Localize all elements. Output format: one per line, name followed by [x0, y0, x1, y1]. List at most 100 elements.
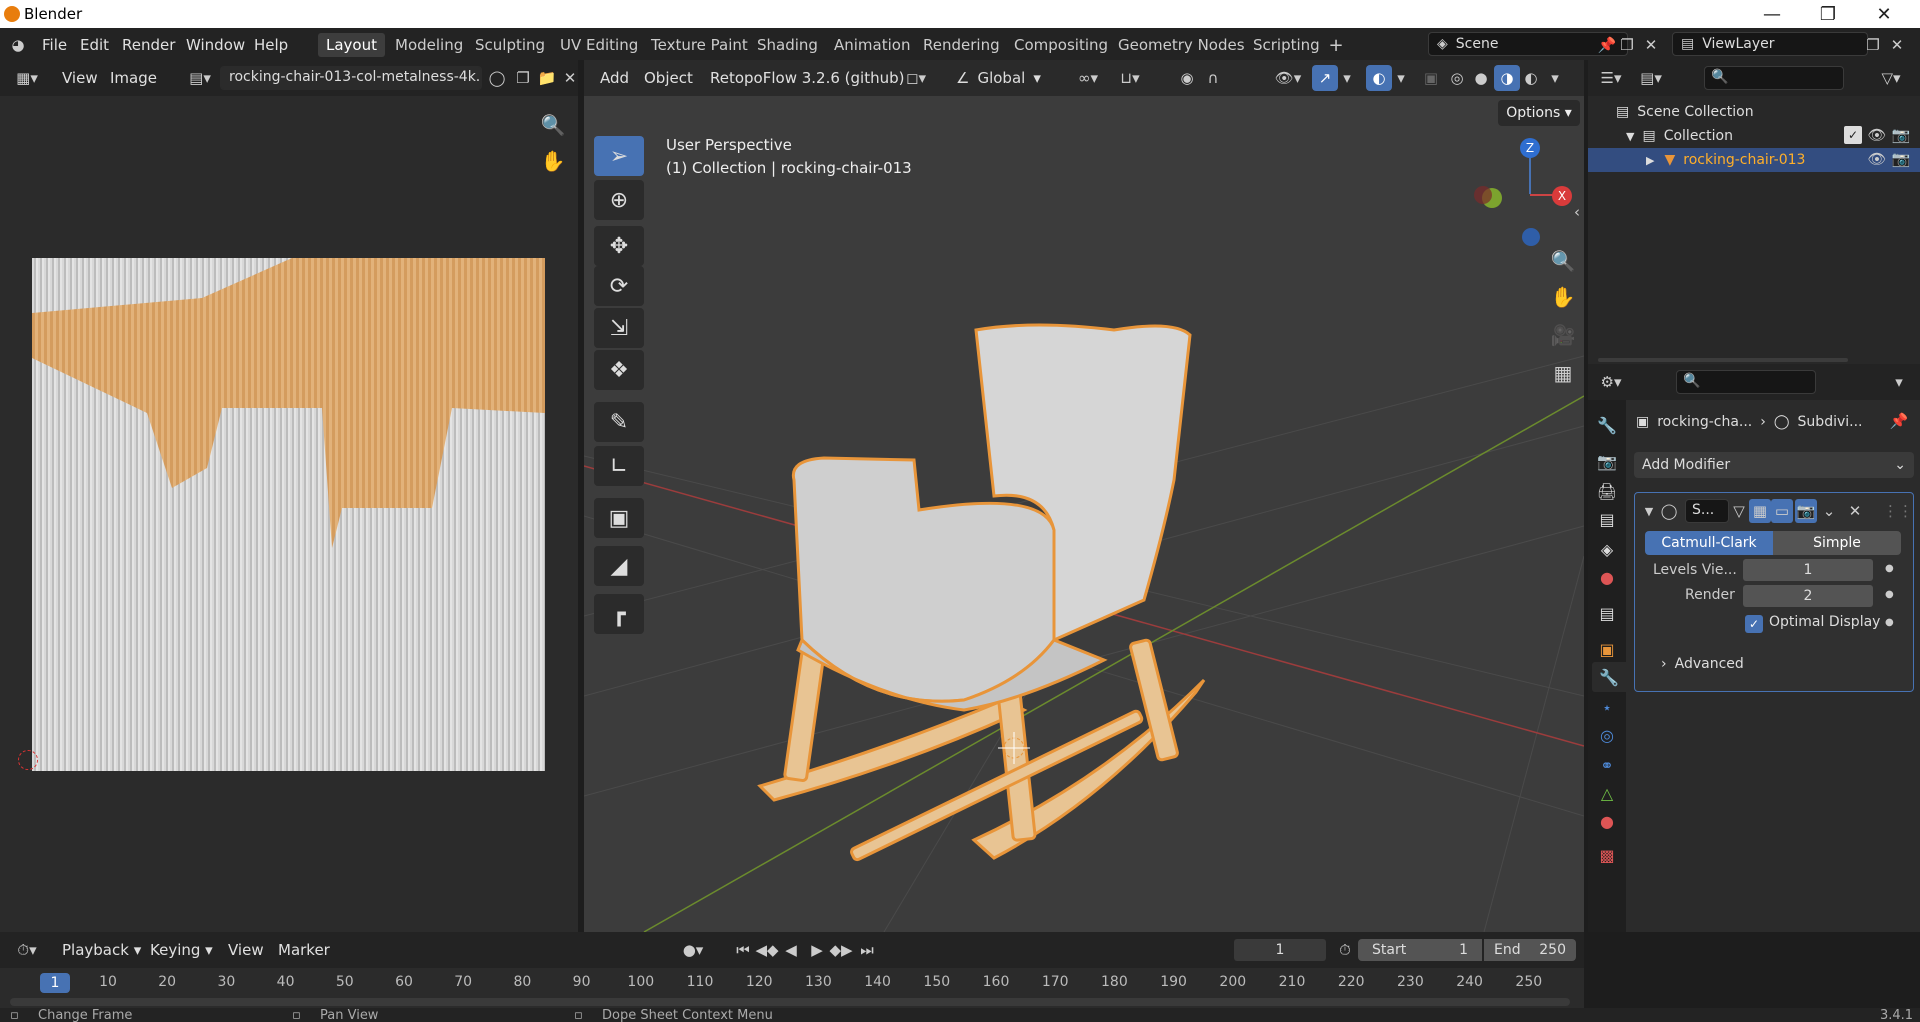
new-view-layer-icon[interactable]: ❐ — [1862, 34, 1884, 56]
next-keyframe-icon[interactable]: ◆▶ — [829, 939, 852, 961]
play-reverse-icon[interactable]: ◀ — [780, 939, 802, 961]
edit-mode-icon[interactable]: ▦ — [1749, 499, 1771, 523]
properties-editor[interactable]: ⚙▾ 🔍 ▾ 🔧 📷 🖨 ▤ ◈ ● ▤ ▣ 🔧 ⋆ ◎ ⚭ △ ● ▩ ▣ r… — [1588, 364, 1920, 932]
add-modifier-button[interactable]: Add Modifier ⌄ — [1634, 452, 1914, 478]
tab-animation[interactable]: Animation — [826, 33, 918, 57]
editor-type-icon[interactable]: ▦▾ — [10, 67, 44, 89]
jump-start-icon[interactable]: ⏮ — [732, 939, 754, 961]
gizmo-neg-z-icon[interactable] — [1522, 228, 1540, 246]
pan-hand-icon[interactable]: ✋ — [540, 148, 566, 174]
output-tab-icon[interactable]: 🖨 — [1592, 476, 1622, 506]
open-image-icon[interactable]: 📁 — [536, 67, 558, 89]
outliner-search-input[interactable]: 🔍 — [1704, 66, 1844, 90]
tab-geometry-nodes[interactable]: Geometry Nodes — [1110, 33, 1253, 57]
start-frame-field[interactable]: Start 1 — [1358, 939, 1482, 961]
catmull-clark-button[interactable]: Catmull-Clark — [1645, 531, 1773, 555]
outliner-collection[interactable]: ▼ ▤ Collection — [1626, 124, 1733, 148]
modifier-name-input[interactable]: S... — [1685, 499, 1729, 523]
auto-keying-icon[interactable]: ●▾ — [676, 939, 710, 961]
new-scene-icon[interactable]: ❐ — [1616, 34, 1638, 56]
tab-texture-paint[interactable]: Texture Paint — [643, 33, 756, 57]
cursor-tool-icon[interactable]: ⊕ — [594, 180, 644, 220]
tab-shading[interactable]: Shading — [749, 33, 826, 57]
rocking-chair-model[interactable] — [584, 60, 1584, 932]
tab-scripting[interactable]: Scripting — [1245, 33, 1328, 57]
remove-modifier-icon[interactable]: ✕ — [1845, 501, 1865, 521]
annotate-tool-icon[interactable]: ✎ — [594, 402, 644, 442]
rotate-tool-icon[interactable]: ⟳ — [594, 266, 644, 306]
object-tab-icon[interactable]: ▣ — [1592, 634, 1622, 664]
scale-tool-icon[interactable]: ⇲ — [594, 308, 644, 348]
outliner-scene-collection[interactable]: ▤ Scene Collection — [1616, 100, 1754, 124]
pin-icon[interactable]: 📌 — [1888, 410, 1910, 432]
viewport-pan-icon[interactable]: ✋ — [1548, 282, 1578, 312]
zoom-icon[interactable]: 🔍 — [540, 112, 566, 138]
minimize-icon[interactable]: — — [1744, 0, 1800, 28]
ortho-toggle-icon[interactable]: ▦ — [1548, 358, 1578, 388]
prev-keyframe-icon[interactable]: ◀◆ — [755, 939, 778, 961]
camera-view-icon[interactable]: 🎥 — [1548, 320, 1578, 350]
material-tab-icon[interactable]: ● — [1592, 806, 1622, 836]
keyframe-dot-icon[interactable]: ● — [1885, 617, 1894, 628]
view-layer-selector[interactable]: ▤ ViewLayer — [1672, 32, 1868, 56]
view-layer-tab-icon[interactable]: ▤ — [1592, 504, 1622, 534]
render-tab-icon[interactable]: 📷 — [1592, 446, 1622, 476]
render-levels-field[interactable]: 2 — [1743, 585, 1873, 607]
gizmo-x-icon[interactable]: X — [1552, 186, 1572, 206]
image-browse-icon[interactable]: ▤▾ — [182, 67, 218, 89]
menu-help[interactable]: Help — [248, 34, 294, 56]
3d-viewport[interactable]: Add Object RetopoFlow 3.2.6 (github) ◻▾ … — [584, 60, 1584, 932]
add-cube-tool-icon[interactable]: ▣ — [594, 498, 644, 538]
menu-edit[interactable]: Edit — [74, 34, 115, 56]
object-render-icon[interactable]: 📷 — [1890, 148, 1912, 170]
outliner-scrollbar[interactable] — [1598, 358, 1848, 362]
menu-file[interactable]: File — [36, 34, 73, 56]
delete-view-layer-icon[interactable]: ✕ — [1886, 34, 1908, 56]
timeline-scrollbar[interactable] — [10, 998, 1570, 1006]
timeline-editor-type-icon[interactable]: ⏱▾ — [10, 939, 44, 961]
simple-button[interactable]: Simple — [1773, 531, 1901, 555]
collection-tab-icon[interactable]: ▤ — [1592, 598, 1622, 628]
outliner-editor-type-icon[interactable]: ☰▾ — [1594, 67, 1628, 89]
tab-layout[interactable]: Layout — [318, 33, 385, 57]
fake-user-icon[interactable]: ◯ — [486, 67, 508, 89]
new-image-icon[interactable]: ❐ — [512, 67, 534, 89]
viewport-zoom-icon[interactable]: 🔍 — [1548, 246, 1578, 276]
collection-eye-icon[interactable]: 👁 — [1866, 124, 1888, 146]
world-tab-icon[interactable]: ● — [1592, 562, 1622, 592]
timeline-ruler[interactable]: 1102030405060708090100110120130140150160… — [0, 974, 1584, 994]
optimal-display-checkbox[interactable]: ✓ — [1745, 615, 1763, 633]
tab-uv-editing[interactable]: UV Editing — [552, 33, 646, 57]
shear-tool-icon[interactable]: ◢ — [594, 546, 644, 586]
levels-viewport-field[interactable]: 1 — [1743, 559, 1873, 581]
properties-search-input[interactable]: 🔍 — [1676, 370, 1816, 394]
navigation-gizmo[interactable]: Z X — [1474, 138, 1574, 246]
outliner[interactable]: ☰▾ ▤▾ 🔍 ▽▾ ▤ Scene Collection ▼ ▤ Collec… — [1588, 60, 1920, 364]
physics-tab-icon[interactable]: ◎ — [1592, 720, 1622, 750]
timeline[interactable]: ⏱▾ Playback ▾ Keying ▾ View Marker ●▾ ⏮ … — [0, 932, 1584, 1008]
modifier-menu-icon[interactable]: ⌄ — [1819, 501, 1839, 521]
blender-menu-icon[interactable]: ◕ — [6, 34, 30, 56]
display-mode-icon[interactable]: ▤▾ — [1634, 67, 1668, 89]
jump-end-icon[interactable]: ⏭ — [856, 939, 878, 961]
viewport-display-icon[interactable]: ▭ — [1771, 499, 1793, 523]
menu-render[interactable]: Render — [116, 34, 181, 56]
current-frame-field[interactable]: 1 — [1234, 939, 1326, 961]
gizmo-z-icon[interactable]: Z — [1520, 138, 1540, 158]
tab-compositing[interactable]: Compositing — [1006, 33, 1116, 57]
add-workspace-icon[interactable]: + — [1325, 34, 1347, 56]
particles-tab-icon[interactable]: ⋆ — [1592, 692, 1622, 722]
tool-tab-icon[interactable]: 🔧 — [1592, 410, 1622, 440]
transform-tool-icon[interactable]: ❖ — [594, 350, 644, 390]
marker-menu[interactable]: Marker — [272, 939, 336, 961]
image-view-menu[interactable]: View — [56, 67, 104, 89]
data-tab-icon[interactable]: △ — [1592, 778, 1622, 808]
edit-cage-icon[interactable]: ▽ — [1729, 501, 1749, 521]
delete-scene-icon[interactable]: ✕ — [1640, 34, 1662, 56]
unlink-image-icon[interactable]: ✕ — [560, 67, 580, 89]
properties-options-icon[interactable]: ▾ — [1888, 371, 1910, 393]
texture-tab-icon[interactable]: ▩ — [1592, 840, 1622, 870]
gizmo-neg-x-icon[interactable] — [1474, 186, 1492, 204]
tab-modeling[interactable]: Modeling — [387, 33, 471, 57]
timeline-view-menu[interactable]: View — [222, 939, 270, 961]
